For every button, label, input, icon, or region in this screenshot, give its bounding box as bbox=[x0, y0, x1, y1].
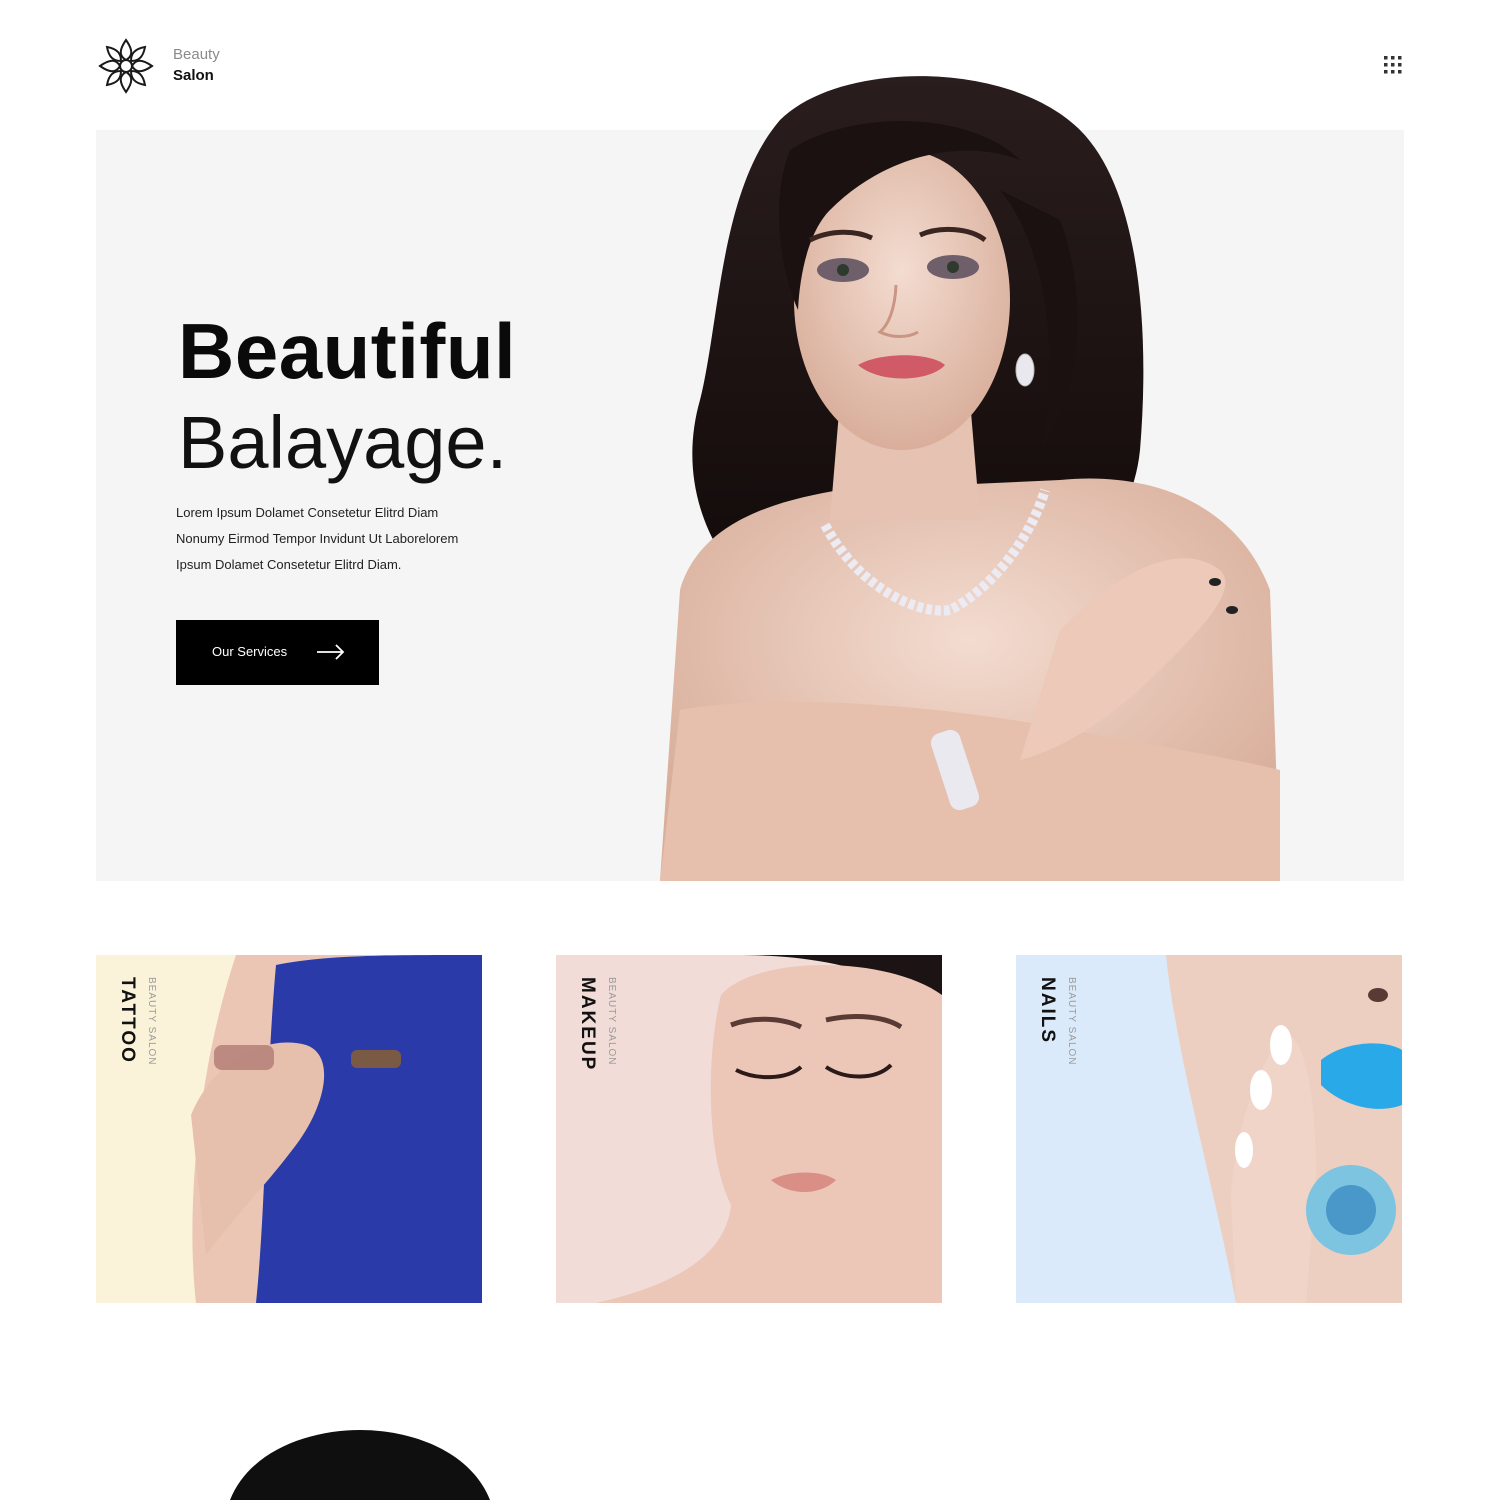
card-subtitle: BEAUTY SALON bbox=[146, 977, 157, 1066]
card-title: MAKEUP bbox=[577, 977, 598, 1072]
site-header: Beauty Salon bbox=[96, 36, 1404, 96]
brand-bottom-text: Salon bbox=[173, 67, 214, 84]
service-card-tattoo[interactable]: TATTOO BEAUTY SALON bbox=[96, 955, 482, 1303]
card-subtitle: BEAUTY SALON bbox=[1066, 977, 1077, 1066]
card-title: NAILS bbox=[1037, 977, 1058, 1044]
hero-description: Lorem Ipsum Dolamet Consetetur Elitrd Di… bbox=[176, 500, 536, 578]
hero-title-bold: Beautiful bbox=[178, 307, 517, 395]
card-label: MAKEUP BEAUTY SALON bbox=[576, 977, 617, 1177]
arrow-right-icon bbox=[317, 644, 345, 660]
hero-description-line: Lorem Ipsum Dolamet Consetetur Elitrd Di… bbox=[176, 505, 439, 520]
card-label: NAILS BEAUTY SALON bbox=[1036, 977, 1077, 1177]
card-label: TATTOO BEAUTY SALON bbox=[116, 977, 157, 1177]
service-card-nails[interactable]: NAILS BEAUTY SALON bbox=[1016, 955, 1402, 1303]
grid-menu-icon[interactable] bbox=[1382, 54, 1404, 76]
hero-description-line: Nonumy Eirmod Tempor Invidunt Ut Laborel… bbox=[176, 531, 459, 546]
card-subtitle: BEAUTY SALON bbox=[606, 977, 617, 1066]
lotus-icon[interactable] bbox=[96, 36, 156, 96]
brand-top-text: Beauty bbox=[173, 46, 220, 63]
service-card-makeup[interactable]: MAKEUP BEAUTY SALON bbox=[556, 955, 942, 1303]
our-services-label: Our Services bbox=[212, 644, 288, 659]
hero-title-light: Balayage. bbox=[178, 401, 508, 484]
hero-title: Beautiful Balayage. bbox=[178, 306, 516, 490]
next-section-image bbox=[230, 1430, 490, 1500]
hero-description-line: Ipsum Dolamet Consetetur Elitrd Diam. bbox=[176, 557, 402, 572]
card-title: TATTOO bbox=[117, 977, 138, 1064]
hero-section: Beautiful Balayage. Lorem Ipsum Dolamet … bbox=[96, 130, 1404, 881]
brand-name[interactable]: Beauty Salon bbox=[173, 44, 220, 86]
our-services-button[interactable]: Our Services bbox=[176, 620, 379, 685]
